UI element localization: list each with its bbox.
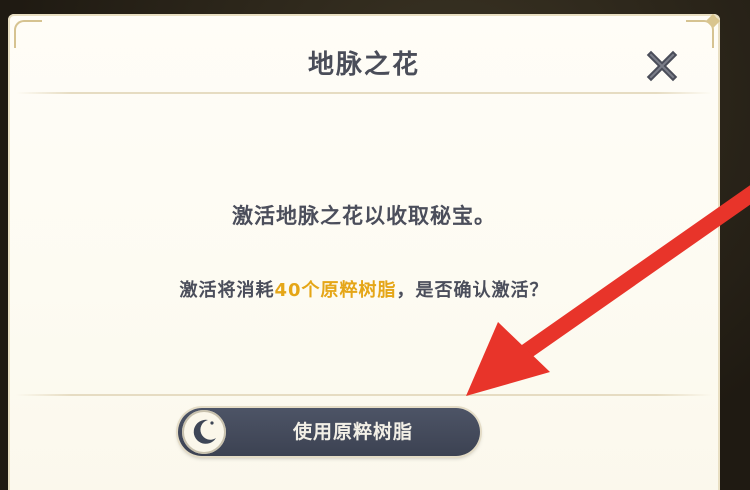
moon-resin-icon bbox=[193, 419, 216, 444]
use-resin-label: 使用原粹树脂 bbox=[292, 421, 413, 443]
resin-icon-badge bbox=[182, 410, 226, 454]
close-icon bbox=[646, 50, 678, 82]
footer-divider bbox=[16, 394, 712, 396]
game-screen: 地脉之花 激活地脉之花以收取秘宝。 激活将消耗40个原粹树脂，是否确认激活？ 使… bbox=[0, 0, 750, 490]
dialog-message: 激活地脉之花以收取秘宝。 bbox=[232, 204, 496, 228]
cost-message: 激活将消耗40个原粹树脂，是否确认激活？ bbox=[8, 276, 720, 302]
use-resin-button[interactable]: 使用原粹树脂 bbox=[178, 408, 480, 456]
title-divider bbox=[16, 92, 712, 94]
cost-amount: 40个原粹树脂 bbox=[274, 280, 397, 301]
cost-prefix: 激活将消耗 bbox=[179, 280, 275, 301]
cost-suffix: ，是否确认激活？ bbox=[396, 280, 549, 301]
dialog-title: 地脉之花 bbox=[307, 50, 420, 80]
close-button[interactable] bbox=[640, 44, 684, 88]
